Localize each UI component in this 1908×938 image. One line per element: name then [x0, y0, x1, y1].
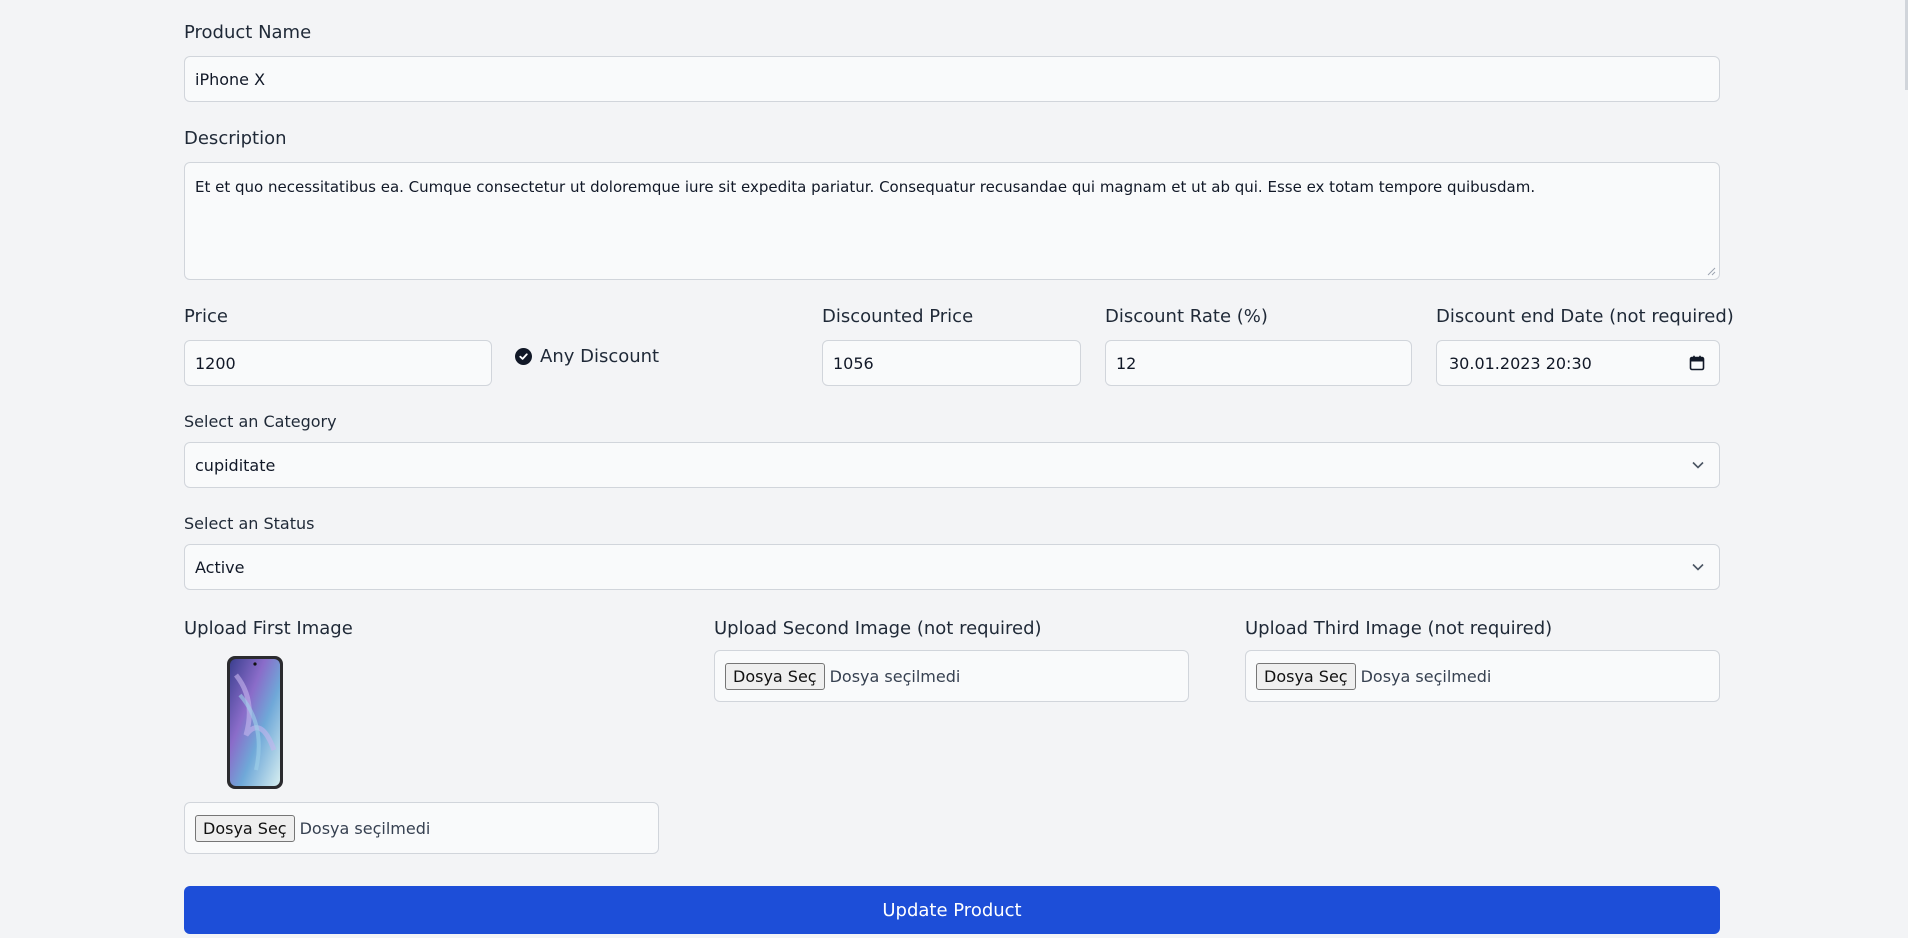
third-image-file-status: Dosya seçilmedi — [1360, 666, 1492, 686]
first-image-file-status: Dosya seçilmedi — [299, 818, 431, 838]
first-image-label: Upload First Image — [184, 618, 353, 639]
category-select[interactable]: cupiditate — [184, 442, 1720, 488]
discount-rate-input[interactable]: 12 — [1105, 340, 1412, 386]
calendar-icon[interactable] — [1689, 355, 1705, 371]
description-textarea[interactable]: Et et quo necessitatibus ea. Cumque cons… — [184, 162, 1720, 280]
first-image-choose-button[interactable]: Dosya Seç — [195, 814, 295, 842]
third-image-choose-button[interactable]: Dosya Seç — [1256, 662, 1356, 690]
resize-grip-icon[interactable] — [1706, 266, 1716, 276]
first-image-file-input[interactable]: Dosya Seç Dosya seçilmedi — [184, 802, 659, 854]
update-product-button[interactable]: Update Product — [184, 886, 1720, 934]
status-selected: Active — [195, 557, 245, 577]
chevron-down-icon — [1692, 563, 1704, 571]
third-image-file-input[interactable]: Dosya Seç Dosya seçilmedi — [1245, 650, 1720, 702]
any-discount-label: Any Discount — [540, 346, 660, 367]
discount-rate-value: 12 — [1116, 353, 1137, 373]
scrollbar-track[interactable] — [1904, 0, 1908, 938]
discount-end-date-input[interactable]: 30.01.2023 20:30 — [1436, 340, 1720, 386]
discounted-price-input[interactable]: 1056 — [822, 340, 1081, 386]
phone-image — [227, 656, 283, 789]
status-select[interactable]: Active — [184, 544, 1720, 590]
category-label: Select an Category — [184, 412, 337, 431]
discounted-price-label: Discounted Price — [822, 306, 974, 327]
product-name-input[interactable]: iPhone X — [184, 56, 1720, 102]
category-selected: cupiditate — [195, 455, 276, 475]
price-label: Price — [184, 306, 228, 327]
chevron-down-icon — [1692, 461, 1704, 469]
discount-end-date-value: 30.01.2023 20:30 — [1449, 353, 1592, 373]
second-image-choose-button[interactable]: Dosya Seç — [725, 662, 825, 690]
product-name-label: Product Name — [184, 22, 312, 43]
product-name-value: iPhone X — [195, 69, 266, 89]
check-circle-icon — [515, 348, 532, 365]
discount-end-date-label: Discount end Date (not required) — [1436, 306, 1734, 327]
description-label: Description — [184, 128, 287, 149]
price-value: 1200 — [195, 353, 236, 373]
price-input[interactable]: 1200 — [184, 340, 492, 386]
discount-rate-label: Discount Rate (%) — [1105, 306, 1268, 327]
description-value: Et et quo necessitatibus ea. Cumque cons… — [195, 178, 1536, 196]
status-label: Select an Status — [184, 514, 315, 533]
second-image-label: Upload Second Image (not required) — [714, 618, 1042, 639]
second-image-file-input[interactable]: Dosya Seç Dosya seçilmedi — [714, 650, 1189, 702]
third-image-label: Upload Third Image (not required) — [1245, 618, 1553, 639]
second-image-file-status: Dosya seçilmedi — [829, 666, 961, 686]
any-discount-toggle[interactable]: Any Discount — [515, 346, 659, 367]
discounted-price-value: 1056 — [833, 353, 874, 373]
